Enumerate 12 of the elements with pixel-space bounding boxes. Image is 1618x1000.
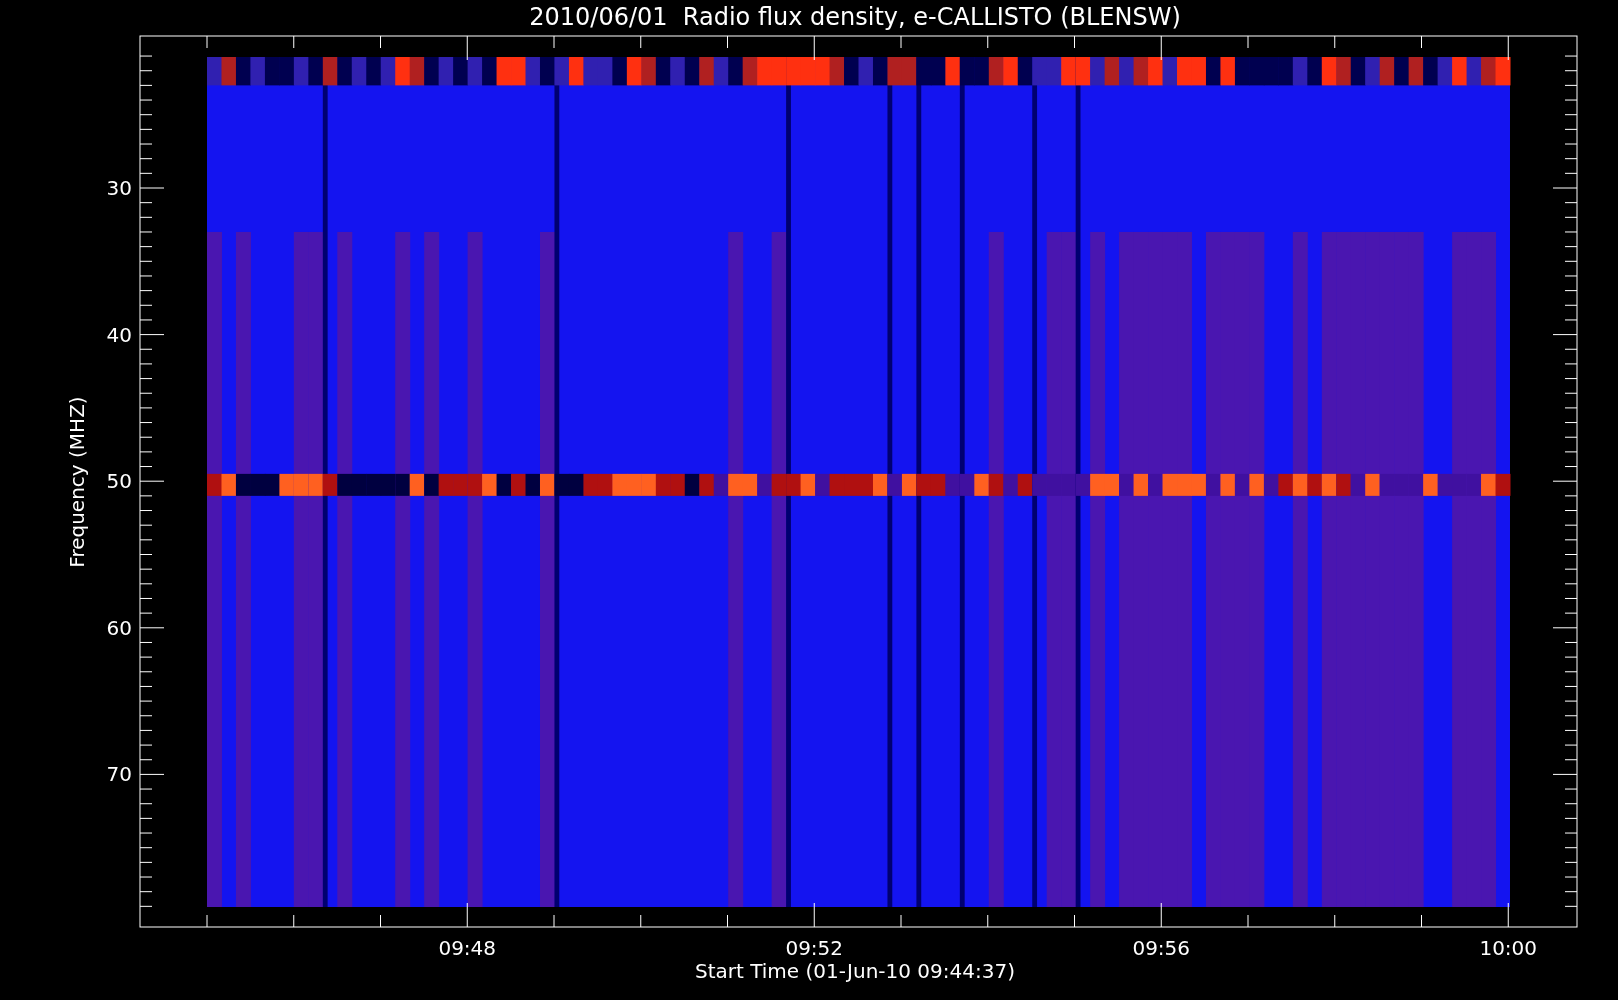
x-axis-label: Start Time (01-Jun-10 09:44:37) xyxy=(695,959,1015,983)
y-tick-label: 30 xyxy=(106,176,132,200)
x-tick-label: 10:00 xyxy=(1479,936,1538,960)
y-axis-label: Frequency (MHZ) xyxy=(65,396,89,568)
y-tick-label: 70 xyxy=(106,762,132,787)
chart-title: 2010/06/01 Radio flux density, e-CALLISTO (BLENSW) xyxy=(529,3,1181,31)
y-tick-label: 50 xyxy=(106,469,132,494)
y-tick-label: 40 xyxy=(106,322,132,347)
x-tick-label: 09:48 xyxy=(438,936,497,960)
x-tick-label: 09:52 xyxy=(785,936,844,960)
x-tick-label: 09:56 xyxy=(1132,936,1191,960)
y-tick-label: 60 xyxy=(106,615,132,640)
